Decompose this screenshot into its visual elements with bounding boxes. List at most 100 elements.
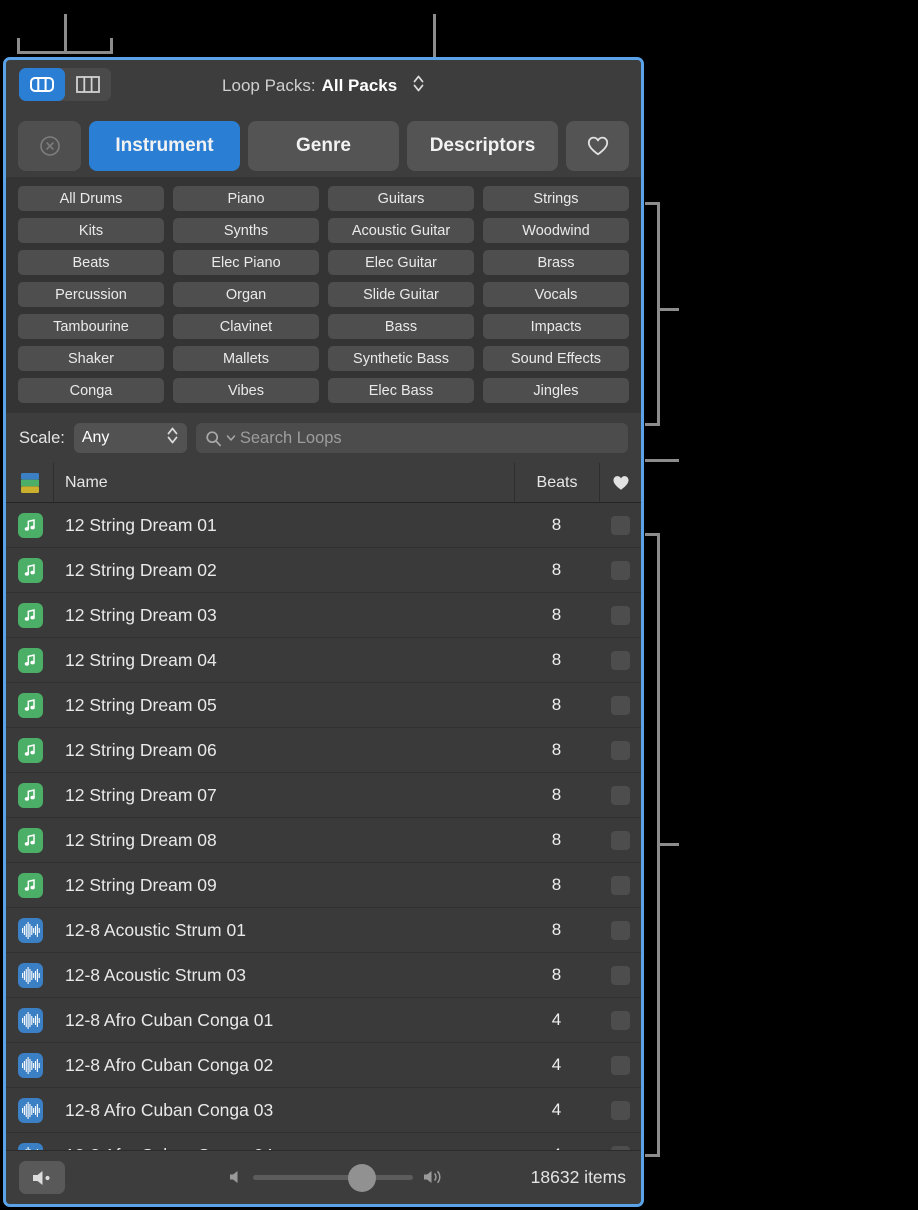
volume-slider-knob[interactable] <box>348 1164 376 1192</box>
favorite-checkbox[interactable] <box>611 1011 630 1030</box>
keyword-button[interactable]: Organ <box>173 282 319 307</box>
keyword-button[interactable]: Synthetic Bass <box>328 346 474 371</box>
audio-waveform-icon <box>18 1143 43 1151</box>
table-row[interactable]: 12-8 Acoustic Strum 038 <box>6 953 641 998</box>
keyword-button[interactable]: Strings <box>483 186 629 211</box>
keyword-button[interactable]: Mallets <box>173 346 319 371</box>
filter-tab-genre[interactable]: Genre <box>248 121 399 171</box>
favorite-checkbox[interactable] <box>611 696 630 715</box>
column-header-favorite[interactable] <box>599 463 641 502</box>
row-favorite-cell[interactable] <box>599 516 641 535</box>
table-row[interactable]: 12-8 Afro Cuban Conga 014 <box>6 998 641 1043</box>
row-favorite-cell[interactable] <box>599 1101 641 1120</box>
filter-tab-instrument[interactable]: Instrument <box>89 121 240 171</box>
favorite-checkbox[interactable] <box>611 966 630 985</box>
row-type-icon-cell <box>6 783 54 808</box>
keyword-button[interactable]: Percussion <box>18 282 164 307</box>
scale-stepper[interactable] <box>166 426 179 450</box>
column-header-name[interactable]: Name <box>54 463 514 502</box>
table-row[interactable]: 12 String Dream 088 <box>6 818 641 863</box>
audio-waveform-icon <box>18 1053 43 1078</box>
row-favorite-cell[interactable] <box>599 1056 641 1075</box>
favorite-checkbox[interactable] <box>611 651 630 670</box>
favorite-checkbox[interactable] <box>611 831 630 850</box>
row-loop-name: 12 String Dream 04 <box>54 650 514 671</box>
row-favorite-cell[interactable] <box>599 876 641 895</box>
favorite-checkbox[interactable] <box>611 606 630 625</box>
row-favorite-cell[interactable] <box>599 786 641 805</box>
table-row[interactable]: 12 String Dream 068 <box>6 728 641 773</box>
row-favorite-cell[interactable] <box>599 696 641 715</box>
chevron-down-icon[interactable] <box>226 433 236 443</box>
row-favorite-cell[interactable] <box>599 831 641 850</box>
keyword-button[interactable]: Guitars <box>328 186 474 211</box>
keyword-button[interactable]: Synths <box>173 218 319 243</box>
favorite-checkbox[interactable] <box>611 921 630 940</box>
keyword-button[interactable]: Woodwind <box>483 218 629 243</box>
column-header-type[interactable] <box>6 463 54 502</box>
table-row[interactable]: 12-8 Afro Cuban Conga 024 <box>6 1043 641 1088</box>
keyword-button[interactable]: Shaker <box>18 346 164 371</box>
keyword-button[interactable]: Vocals <box>483 282 629 307</box>
keyword-button[interactable]: Clavinet <box>173 314 319 339</box>
table-row[interactable]: 12-8 Acoustic Strum 018 <box>6 908 641 953</box>
table-row[interactable]: 12-8 Afro Cuban Conga 044 <box>6 1133 641 1150</box>
scale-dropdown[interactable]: Any <box>74 423 187 453</box>
favorite-checkbox[interactable] <box>611 516 630 535</box>
loop-packs-selector[interactable]: Loop Packs:All Packs <box>6 74 641 98</box>
row-favorite-cell[interactable] <box>599 966 641 985</box>
row-favorite-cell[interactable] <box>599 606 641 625</box>
keyword-button[interactable]: Sound Effects <box>483 346 629 371</box>
row-favorite-cell[interactable] <box>599 741 641 760</box>
row-loop-name: 12-8 Afro Cuban Conga 02 <box>54 1055 514 1076</box>
keyword-button[interactable]: Conga <box>18 378 164 403</box>
preview-playback-button[interactable] <box>19 1161 65 1194</box>
favorites-filter-button[interactable] <box>566 121 629 171</box>
keyword-button[interactable]: Impacts <box>483 314 629 339</box>
keyword-button[interactable]: Brass <box>483 250 629 275</box>
favorite-checkbox[interactable] <box>611 741 630 760</box>
keyword-button[interactable]: Kits <box>18 218 164 243</box>
table-row[interactable]: 12 String Dream 048 <box>6 638 641 683</box>
row-favorite-cell[interactable] <box>599 561 641 580</box>
table-row[interactable]: 12 String Dream 098 <box>6 863 641 908</box>
table-row[interactable]: 12-8 Afro Cuban Conga 034 <box>6 1088 641 1133</box>
keyword-button[interactable]: Elec Piano <box>173 250 319 275</box>
keyword-button[interactable]: Vibes <box>173 378 319 403</box>
favorite-checkbox[interactable] <box>611 561 630 580</box>
search-icon <box>205 430 222 447</box>
clear-circle-x-icon <box>39 135 61 157</box>
favorite-checkbox[interactable] <box>611 786 630 805</box>
keyword-button[interactable]: Acoustic Guitar <box>328 218 474 243</box>
keyword-button[interactable]: Piano <box>173 186 319 211</box>
row-favorite-cell[interactable] <box>599 1011 641 1030</box>
table-row[interactable]: 12 String Dream 018 <box>6 503 641 548</box>
keyword-button[interactable]: Beats <box>18 250 164 275</box>
filter-tab-descriptors[interactable]: Descriptors <box>407 121 558 171</box>
loop-packs-stepper[interactable] <box>412 74 425 98</box>
keyword-button[interactable]: Slide Guitar <box>328 282 474 307</box>
favorite-checkbox[interactable] <box>611 1056 630 1075</box>
table-row[interactable]: 12 String Dream 028 <box>6 548 641 593</box>
row-type-icon-cell <box>6 918 54 943</box>
table-row[interactable]: 12 String Dream 078 <box>6 773 641 818</box>
keyword-button[interactable]: Jingles <box>483 378 629 403</box>
column-header-beats[interactable]: Beats <box>514 463 599 502</box>
keyword-button[interactable]: Bass <box>328 314 474 339</box>
volume-control[interactable] <box>228 1167 448 1187</box>
table-row[interactable]: 12 String Dream 038 <box>6 593 641 638</box>
row-favorite-cell[interactable] <box>599 921 641 940</box>
keyword-button[interactable]: Elec Bass <box>328 378 474 403</box>
keyword-button[interactable]: Elec Guitar <box>328 250 474 275</box>
favorite-checkbox[interactable] <box>611 876 630 895</box>
clear-filters-button[interactable] <box>18 121 81 171</box>
row-loop-name: 12 String Dream 08 <box>54 830 514 851</box>
row-favorite-cell[interactable] <box>599 651 641 670</box>
favorite-checkbox[interactable] <box>611 1101 630 1120</box>
volume-slider-track[interactable] <box>253 1175 413 1180</box>
loop-list[interactable]: 12 String Dream 01812 String Dream 02812… <box>6 503 641 1150</box>
table-row[interactable]: 12 String Dream 058 <box>6 683 641 728</box>
keyword-button[interactable]: Tambourine <box>18 314 164 339</box>
keyword-button[interactable]: All Drums <box>18 186 164 211</box>
search-loops-field[interactable]: Search Loops <box>196 423 628 453</box>
